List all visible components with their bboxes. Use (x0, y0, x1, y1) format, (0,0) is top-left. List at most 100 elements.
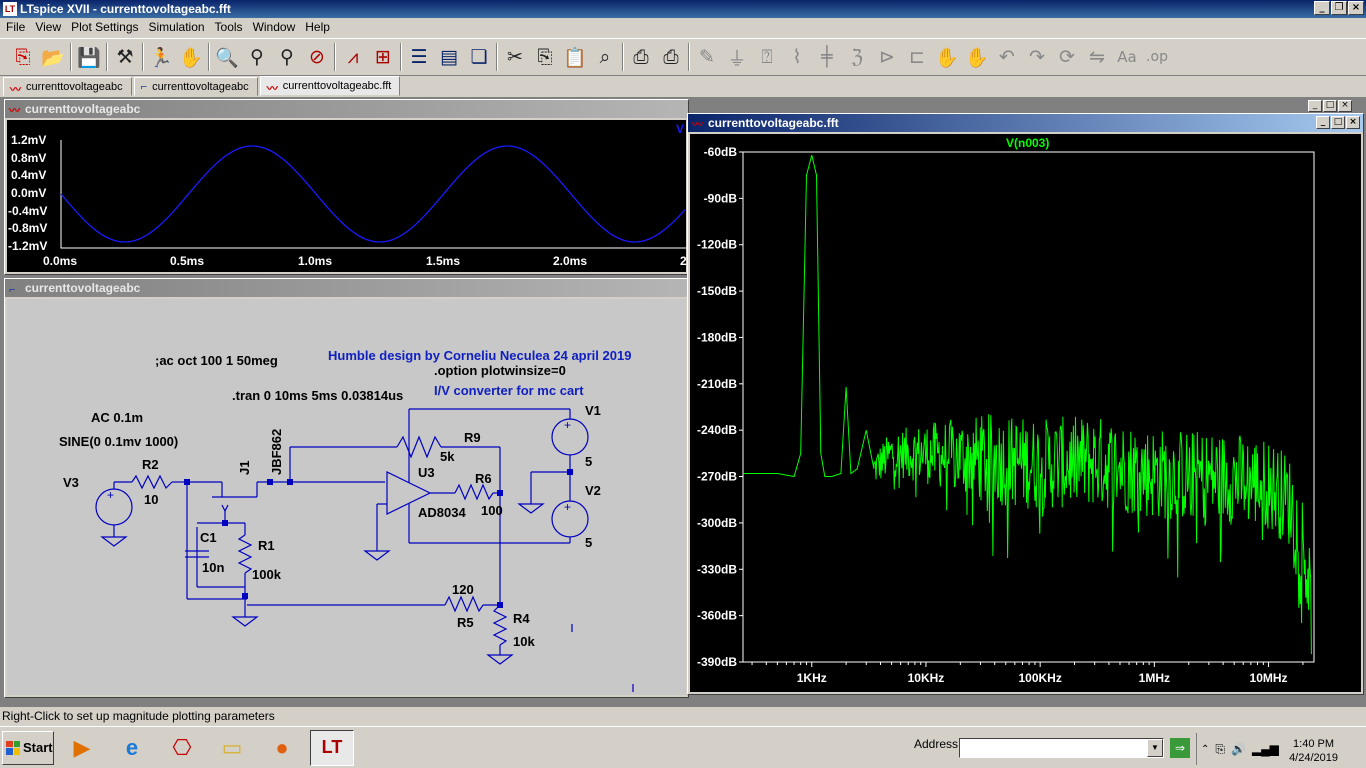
new-schematic-icon[interactable]: ⎘ (8, 42, 38, 72)
diode-icon[interactable]: ⊳ (872, 42, 902, 72)
u3-label[interactable]: U3 (418, 465, 435, 480)
run-icon[interactable]: 🏃 (146, 42, 176, 72)
menu-file[interactable]: File (2, 18, 31, 38)
c1-label[interactable]: C1 (200, 530, 217, 545)
ground-icon[interactable]: ⏚ (722, 42, 752, 72)
fft-window-titlebar[interactable]: 〰 currenttovoltageabc.fft _ □ × (688, 114, 1363, 132)
close-button[interactable]: × (1348, 1, 1364, 15)
v2-label[interactable]: V2 (585, 483, 601, 498)
menu-view[interactable]: View (31, 18, 67, 38)
r4-label[interactable]: R4 (513, 611, 530, 626)
component-icon[interactable]: ⊏ (902, 42, 932, 72)
drag-icon[interactable]: ✋ (962, 42, 992, 72)
zoom-out-icon[interactable]: ⚲ (242, 42, 272, 72)
tab-waveform[interactable]: 〰 currenttovoltageabc (3, 77, 132, 96)
restore-button[interactable]: ❐ (1331, 1, 1347, 15)
r5-value[interactable]: 120 (452, 582, 474, 597)
menu-simulation[interactable]: Simulation (145, 18, 211, 38)
print-setup-icon[interactable]: ⎙ (656, 42, 686, 72)
j1-label[interactable]: J1 (237, 461, 252, 475)
cancel-zoom-icon[interactable]: ⊘ (302, 42, 332, 72)
r2-label[interactable]: R2 (142, 457, 159, 472)
save-icon[interactable]: 💾 (74, 42, 104, 72)
ac-directive[interactable]: ;ac oct 100 1 50meg (155, 353, 278, 368)
start-button[interactable]: Start (2, 730, 54, 765)
menu-help[interactable]: Help (301, 18, 336, 38)
waveform-plot[interactable]: 1.2mV 0.8mV 0.4mV 0.0mV -0.4mV -0.8mV -1… (7, 120, 687, 272)
resistor-icon[interactable]: ⌇ (782, 42, 812, 72)
menu-window[interactable]: Window (249, 18, 302, 38)
zoom-in-icon[interactable]: 🔍 (212, 42, 242, 72)
ltspice-icon[interactable]: LT (310, 729, 354, 766)
menu-tools[interactable]: Tools (211, 18, 249, 38)
r1-value[interactable]: 100k (252, 567, 281, 582)
volume-icon[interactable]: 🔊 (1231, 742, 1246, 756)
minimize-button[interactable]: _ (1314, 1, 1330, 15)
firefox-icon[interactable]: ● (260, 730, 304, 766)
mdi-restore-button[interactable]: □ (1323, 100, 1337, 112)
fft-minimize-button[interactable]: _ (1316, 116, 1330, 129)
c1-value[interactable]: 10n (202, 560, 224, 575)
address-dropdown-icon[interactable]: ▼ (1147, 739, 1163, 757)
r1-label[interactable]: R1 (258, 538, 275, 553)
r9-label[interactable]: R9 (464, 430, 481, 445)
v2-value[interactable]: 5 (585, 535, 592, 550)
grid-icon[interactable]: ⊞ (368, 42, 398, 72)
undo-icon[interactable]: ↶ (992, 42, 1022, 72)
folder-icon[interactable]: ▭ (210, 730, 254, 766)
cascade-icon[interactable]: ❏ (464, 42, 494, 72)
r4-value[interactable]: 10k (513, 634, 535, 649)
schematic-canvas[interactable]: + + + ;ac oct 100 1 50meg Humble design … (7, 299, 686, 695)
rotate-icon[interactable]: ⟳ (1052, 42, 1082, 72)
print-icon[interactable]: ⎙ (626, 42, 656, 72)
paste-icon[interactable]: 📋 (560, 42, 590, 72)
waveform-window-titlebar[interactable]: 〰 currenttovoltageabc (5, 100, 688, 118)
v1-label[interactable]: V1 (585, 403, 601, 418)
wire-icon[interactable]: ✎ (692, 42, 722, 72)
media-player-icon[interactable]: ▶ (60, 730, 104, 766)
zoom-fit-icon[interactable]: ⚲ (272, 42, 302, 72)
fft-maximize-button[interactable]: □ (1331, 116, 1345, 129)
capacitor-icon[interactable]: ╪ (812, 42, 842, 72)
subtitle-comment[interactable]: I/V converter for mc cart (434, 383, 584, 398)
internet-explorer-icon[interactable]: e (110, 730, 154, 766)
j1-part[interactable]: JBF862 (269, 429, 284, 475)
spice-directive-icon[interactable]: .op (1142, 42, 1172, 72)
mdi-close-button[interactable]: × (1338, 100, 1352, 112)
tile-vertical-icon[interactable]: ▤ (434, 42, 464, 72)
option-directive[interactable]: .option plotwinsize=0 (434, 363, 566, 378)
menu-plot-settings[interactable]: Plot Settings (67, 18, 144, 38)
v3-sine-value[interactable]: SINE(0 0.1mv 1000) (59, 434, 178, 449)
v1-value[interactable]: 5 (585, 454, 592, 469)
acrobat-icon[interactable]: ⎔ (160, 730, 204, 766)
v3-label[interactable]: V3 (63, 475, 79, 490)
schematic-window-titlebar[interactable]: ⌐ currenttovoltageabc (5, 279, 688, 297)
halt-icon[interactable]: ✋ (176, 42, 206, 72)
address-input[interactable]: ▼ (959, 738, 1164, 758)
find-icon[interactable]: ⌕ (590, 42, 620, 72)
redo-icon[interactable]: ↷ (1022, 42, 1052, 72)
fft-plot[interactable]: V(n003) -60dB -90dB -120dB -150dB -180dB -210… (690, 134, 1361, 692)
tile-horizontal-icon[interactable]: ☰ (404, 42, 434, 72)
v3-ac-value[interactable]: AC 0.1m (91, 410, 143, 425)
tran-directive[interactable]: .tran 0 10ms 5ms 0.03814us (232, 388, 403, 403)
credit-comment[interactable]: Humble design by Corneliu Neculea 24 apr… (328, 348, 631, 363)
copy-icon[interactable]: ⎘ (530, 42, 560, 72)
go-icon[interactable]: ⇒ (1170, 738, 1190, 758)
tab-schematic[interactable]: ⌐ currenttovoltageabc (133, 77, 258, 96)
label-icon[interactable]: ⍰ (752, 42, 782, 72)
fft-close-button[interactable]: × (1346, 116, 1360, 129)
cut-icon[interactable]: ✂ (500, 42, 530, 72)
tab-fft[interactable]: 〰 currenttovoltageabc.fft (259, 76, 401, 96)
open-icon[interactable]: 📂 (38, 42, 68, 72)
tray-expand-icon[interactable]: ⌃ (1201, 744, 1209, 755)
signal-icon[interactable]: ▂▄▆ (1252, 742, 1279, 756)
text-icon[interactable]: Aa (1112, 42, 1142, 72)
r5-label[interactable]: R5 (457, 615, 474, 630)
mdi-minimize-button[interactable]: _ (1308, 100, 1322, 112)
move-icon[interactable]: ✋ (932, 42, 962, 72)
r6-value[interactable]: 100 (481, 503, 503, 518)
network-icon[interactable]: ⎘ (1215, 742, 1225, 757)
u3-part[interactable]: AD8034 (418, 505, 466, 520)
clock[interactable]: 1:40 PM 4/24/2019 (1289, 737, 1338, 765)
